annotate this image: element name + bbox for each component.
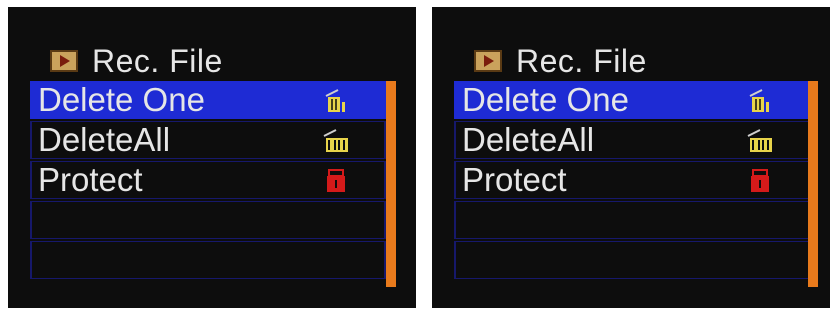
lock-icon xyxy=(327,169,345,192)
menu-item-label: Protect xyxy=(462,161,567,198)
playback-icon xyxy=(474,50,502,72)
menu-item-delete-one[interactable]: Delete One xyxy=(30,81,386,119)
menu-list: Delete One DeleteAll Protect xyxy=(454,81,810,281)
menu-item-delete-all[interactable]: DeleteAll xyxy=(454,121,810,159)
menu-list: Delete One DeleteAll Protect xyxy=(30,81,386,281)
camera-screen-left: Rec. File Delete One DeleteAll Protect xyxy=(8,7,416,308)
menu-header: Rec. File xyxy=(50,41,223,81)
menu-item-delete-one[interactable]: Delete One xyxy=(454,81,810,119)
menu-item-empty xyxy=(30,241,386,279)
scrollbar[interactable] xyxy=(386,81,396,287)
menu-header: Rec. File xyxy=(474,41,647,81)
menu-item-empty xyxy=(454,201,810,239)
trash-all-icon xyxy=(747,129,772,152)
scrollbar[interactable] xyxy=(808,81,818,287)
menu-item-label: DeleteAll xyxy=(38,121,171,158)
camera-screen-right: Rec. File Delete One DeleteAll Protect xyxy=(432,7,830,308)
menu-title: Rec. File xyxy=(516,42,647,79)
menu-item-empty xyxy=(454,241,810,279)
menu-item-label: Delete One xyxy=(38,81,205,118)
menu-item-delete-all[interactable]: DeleteAll xyxy=(30,121,386,159)
trash-one-icon xyxy=(325,89,345,112)
menu-title: Rec. File xyxy=(92,42,223,79)
trash-all-icon xyxy=(323,129,348,152)
menu-item-label: DeleteAll xyxy=(462,121,595,158)
menu-item-protect[interactable]: Protect xyxy=(30,161,386,199)
lock-icon xyxy=(751,169,769,192)
playback-icon xyxy=(50,50,78,72)
menu-item-label: Protect xyxy=(38,161,143,198)
menu-item-protect[interactable]: Protect xyxy=(454,161,810,199)
menu-item-label: Delete One xyxy=(462,81,629,118)
menu-item-empty xyxy=(30,201,386,239)
trash-one-icon xyxy=(749,89,769,112)
